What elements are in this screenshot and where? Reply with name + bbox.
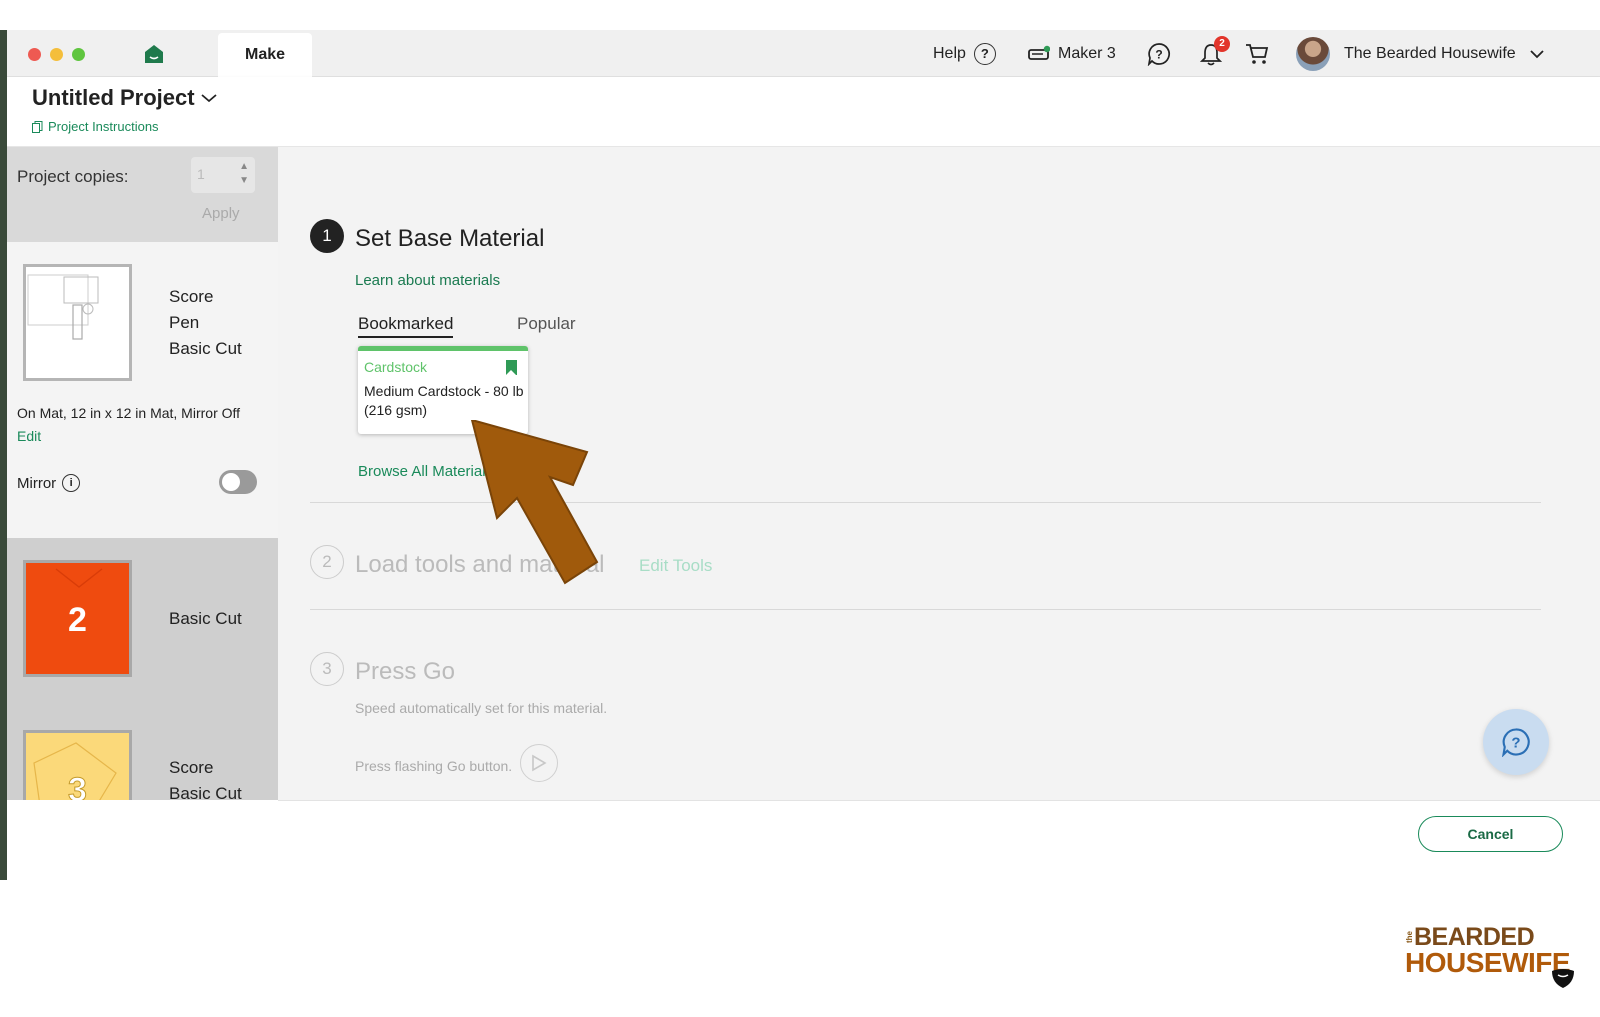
chevron-down-icon <box>1530 49 1544 58</box>
cart-button[interactable] <box>1245 30 1269 77</box>
mat-operation: Basic Cut <box>169 339 242 358</box>
notifications-button[interactable]: 2 <box>1199 30 1230 77</box>
mat-preview-1[interactable] <box>23 264 132 381</box>
mat-number-2: 2 <box>68 601 87 639</box>
mat-item-1[interactable]: Score Pen Basic Cut On Mat, 12 in x 12 i… <box>7 242 278 538</box>
step-2-number: 2 <box>310 545 344 579</box>
help-icon: ? <box>973 42 996 65</box>
mirror-toggle[interactable] <box>219 470 257 494</box>
bookmark-icon[interactable] <box>506 360 517 375</box>
mat-sidebar: Project copies: 1 ▲ ▼ Apply Score Pen Ba… <box>7 147 278 880</box>
project-copies-section: Project copies: 1 ▲ ▼ Apply <box>7 147 278 242</box>
machine-label: Maker 3 <box>1058 44 1116 62</box>
mat-preview-2[interactable]: 2 <box>23 560 132 677</box>
chat-help-icon: ? <box>1147 42 1170 66</box>
project-instructions-label: Project Instructions <box>48 119 159 134</box>
chat-help-icon: ? <box>1502 728 1530 757</box>
mirror-label-row: Mirror i <box>17 474 81 492</box>
mat-operation: Pen <box>169 313 200 332</box>
watermark-line2: HOUSEWIFE <box>1405 947 1571 978</box>
tab-make[interactable]: Make <box>218 33 312 77</box>
document-icon <box>32 120 43 133</box>
info-icon[interactable]: i <box>62 474 81 492</box>
annotation-arrow-icon <box>470 420 599 585</box>
svg-text:?: ? <box>1511 735 1520 752</box>
machine-selector[interactable]: Maker 3 <box>1028 30 1116 77</box>
step-divider <box>310 609 1541 610</box>
footer-left <box>7 800 278 880</box>
watermark-the: the <box>1405 931 1414 943</box>
user-name: The Bearded Housewife <box>1344 44 1516 62</box>
project-title-menu[interactable]: Untitled Project <box>32 85 217 111</box>
cart-icon <box>1246 43 1269 64</box>
window-close-button[interactable] <box>28 48 41 61</box>
mirror-label: Mirror <box>17 474 57 492</box>
machine-icon <box>1028 45 1050 60</box>
mat-operations-2: Basic Cut <box>169 606 242 632</box>
beard-icon <box>1552 969 1574 988</box>
step-1-number: 1 <box>310 219 344 253</box>
chevron-down-icon <box>200 94 217 103</box>
project-title: Untitled Project <box>32 85 195 110</box>
step-1-title: Set Base Material <box>355 225 545 252</box>
edit-mat-link[interactable]: Edit <box>17 428 41 444</box>
help-chat-button[interactable]: ? <box>1483 709 1549 775</box>
apply-button[interactable]: Apply <box>202 205 240 222</box>
avatar <box>1296 36 1330 71</box>
desktop-edge <box>0 30 7 880</box>
title-bar: Make Help ? Maker 3 ? 2 The Bearded Hous… <box>7 30 1600 77</box>
tab-bookmarked[interactable]: Bookmarked <box>358 314 454 338</box>
copies-label: Project copies: <box>17 167 129 186</box>
notification-badge: 2 <box>1214 35 1230 52</box>
home-icon[interactable] <box>144 44 164 64</box>
svg-text:?: ? <box>1155 47 1162 61</box>
window-zoom-button[interactable] <box>72 48 85 61</box>
brand-watermark: the BEARDED HOUSEWIFE <box>1405 923 1585 995</box>
press-go-text: Press flashing Go button. <box>355 758 513 774</box>
stepper-arrows-icon[interactable]: ▲ ▼ <box>239 160 249 188</box>
edit-tools-link[interactable]: Edit Tools <box>639 556 712 576</box>
screenshot-frame: Make Help ? Maker 3 ? 2 The Bearded Hous… <box>0 0 1600 1017</box>
tab-popular[interactable]: Popular <box>517 314 576 334</box>
mat-operations-1: Score Pen Basic Cut <box>169 284 242 362</box>
material-name: Medium Cardstock - 80 lb (216 gsm) <box>364 383 524 418</box>
mat-operation: Basic Cut <box>169 609 242 628</box>
copies-value: 1 <box>197 166 205 182</box>
footer-bar: Cancel <box>278 800 1600 880</box>
speed-info-text: Speed automatically set for this materia… <box>355 700 608 716</box>
copies-stepper[interactable]: 1 ▲ ▼ <box>191 157 255 193</box>
account-menu[interactable]: The Bearded Housewife <box>1296 30 1544 77</box>
mat-design-preview <box>27 274 99 340</box>
project-header: Untitled Project Project Instructions <box>7 77 1600 147</box>
material-category: Cardstock <box>364 359 428 375</box>
mat-operation: Score <box>169 758 214 777</box>
mat-item-2[interactable]: 2 Basic Cut <box>7 538 278 708</box>
go-button-icon <box>520 744 559 782</box>
support-button[interactable]: ? <box>1147 30 1171 77</box>
help-menu[interactable]: Help ? <box>933 30 996 77</box>
step-3-title: Press Go <box>355 658 456 685</box>
learn-materials-link[interactable]: Learn about materials <box>355 272 500 289</box>
mat-operation: Score <box>169 287 214 306</box>
mat-info-text: On Mat, 12 in x 12 in Mat, Mirror Off <box>17 405 241 421</box>
press-go-row: Press flashing Go button. <box>355 744 559 782</box>
window-minimize-button[interactable] <box>50 48 63 61</box>
project-instructions-link[interactable]: Project Instructions <box>32 119 159 134</box>
step-3-number: 3 <box>310 652 344 686</box>
cancel-button[interactable]: Cancel <box>1418 816 1563 852</box>
top-strip <box>0 0 1600 30</box>
app-window: Make Help ? Maker 3 ? 2 The Bearded Hous… <box>7 30 1600 880</box>
help-label: Help <box>933 44 966 62</box>
